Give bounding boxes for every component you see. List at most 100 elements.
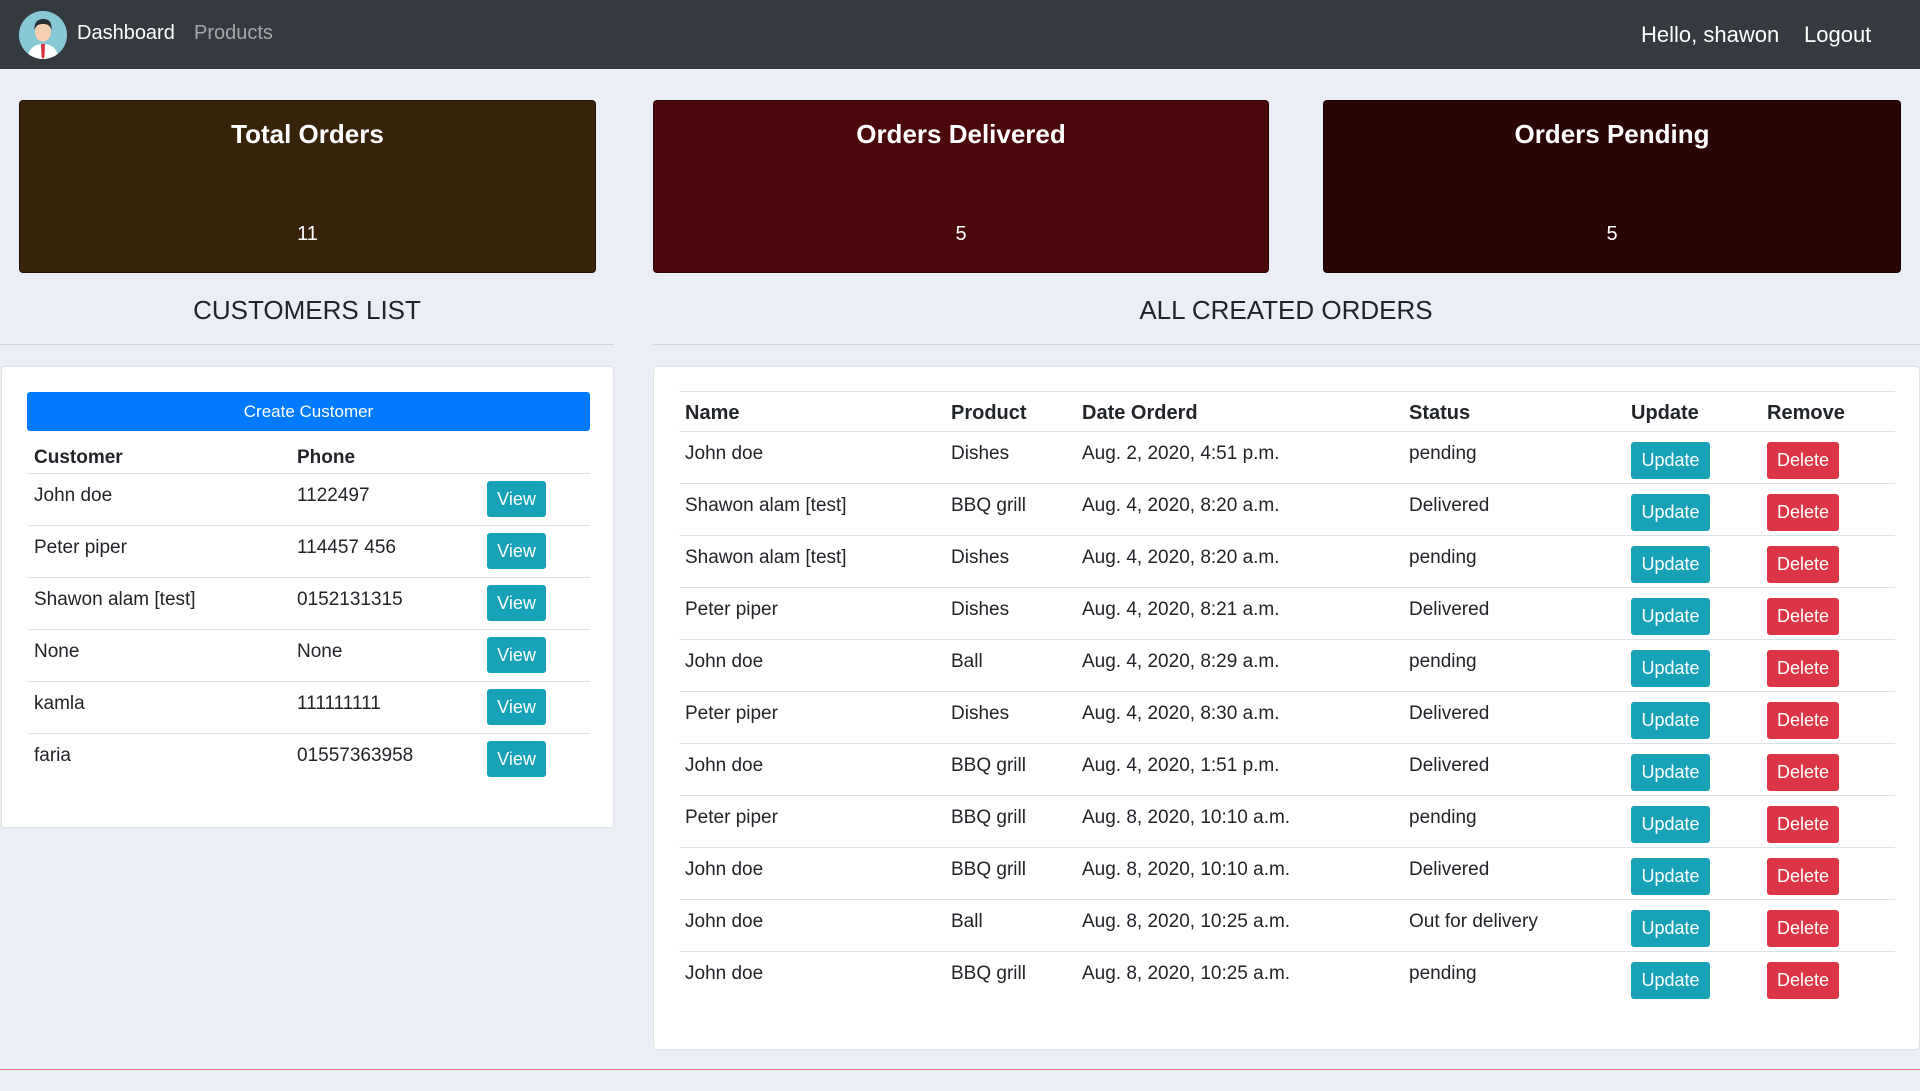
view-customer-button[interactable]: View: [487, 585, 546, 621]
customer-row: John doe 1122497 View: [27, 473, 590, 526]
customers-table: Customer Phone John doe 1122497 View Peter …: [27, 439, 590, 785]
customer-name: Peter piper: [27, 525, 290, 578]
delete-order-button[interactable]: Delete: [1767, 806, 1839, 843]
delete-order-button[interactable]: Delete: [1767, 702, 1839, 739]
order-remove-cell: Delete: [1761, 847, 1895, 900]
update-order-button[interactable]: Update: [1631, 650, 1710, 687]
customer-action-cell: View: [480, 577, 590, 630]
order-date: Aug. 8, 2020, 10:25 a.m.: [1082, 963, 1291, 984]
delete-order-button[interactable]: Delete: [1767, 858, 1839, 895]
total-orders-card: Total Orders 11: [19, 100, 596, 273]
nav-products-link[interactable]: Products: [194, 22, 273, 45]
orders-table-header: Name Product Date Orderd Status Update R…: [679, 391, 1895, 432]
order-status: pending: [1403, 535, 1625, 588]
total-orders-title: Total Orders: [231, 119, 384, 149]
update-order-button[interactable]: Update: [1631, 598, 1710, 635]
customer-row: kamla 111111111 View: [27, 681, 590, 734]
order-customer-name: Peter piper: [679, 587, 945, 640]
order-product: Dishes: [945, 691, 1076, 744]
order-date: Aug. 8, 2020, 10:10 a.m.: [1076, 795, 1403, 848]
order-update-cell: Update: [1625, 535, 1761, 588]
view-customer-button[interactable]: View: [487, 481, 546, 517]
order-status: pending: [1409, 963, 1477, 984]
order-row: Peter piper BBQ grill Aug. 8, 2020, 10:10 …: [679, 795, 1895, 848]
update-order-button[interactable]: Update: [1631, 546, 1710, 583]
col-product: Product: [945, 391, 1076, 432]
view-customer-button[interactable]: View: [487, 637, 546, 673]
nav-dashboard-link[interactable]: Dashboard: [77, 22, 175, 45]
update-order-button[interactable]: Update: [1631, 962, 1710, 1000]
customer-phone: 114457 456: [290, 525, 480, 578]
customer-name: Shawon alam [test]: [27, 577, 290, 630]
delete-order-button[interactable]: Delete: [1767, 650, 1839, 687]
delete-order-button[interactable]: Delete: [1767, 910, 1839, 947]
orders-delivered-title: Orders Delivered: [856, 119, 1066, 149]
order-product: BBQ grill: [945, 795, 1076, 848]
view-customer-button[interactable]: View: [487, 533, 546, 569]
col-update: Update: [1625, 391, 1761, 432]
order-update-cell: Update: [1625, 483, 1761, 536]
update-order-button[interactable]: Update: [1631, 858, 1710, 895]
orders-delivered-value: 5: [955, 223, 967, 245]
col-status: Status: [1403, 391, 1625, 432]
order-product: Dishes: [945, 535, 1076, 588]
order-remove-cell: Delete: [1761, 899, 1895, 952]
order-customer-name: Shawon alam [test]: [679, 483, 945, 536]
customer-phone: 0152131315: [290, 577, 480, 630]
order-status: Delivered: [1403, 847, 1625, 900]
logout-link[interactable]: Logout: [1804, 22, 1871, 48]
order-row: John doe BBQ grill Aug. 8, 2020, 10:25 a.m…: [679, 952, 1895, 1004]
order-status: pending: [1403, 795, 1625, 848]
update-order-button[interactable]: Update: [1631, 754, 1710, 791]
order-remove-cell: Delete: [1761, 431, 1895, 484]
order-remove-cell: Delete: [1761, 743, 1895, 796]
delete-order-button[interactable]: Delete: [1767, 546, 1839, 583]
customer-row: Shawon alam [test] 0152131315 View: [27, 577, 590, 630]
order-customer-name: John doe: [679, 639, 945, 692]
customer-action-cell: View: [480, 629, 590, 682]
order-product: Ball: [945, 899, 1076, 952]
order-customer-name: Shawon alam [test]: [679, 535, 945, 588]
col-customer: Customer: [27, 439, 290, 474]
order-update-cell: Update: [1625, 587, 1761, 640]
create-customer-button[interactable]: Create Customer: [27, 392, 590, 431]
delete-order-button[interactable]: Delete: [1767, 494, 1839, 531]
delete-order-button[interactable]: Delete: [1767, 442, 1839, 479]
order-customer-name: John doe: [679, 899, 945, 952]
update-order-button[interactable]: Update: [1631, 910, 1710, 947]
customer-row: Peter piper 114457 456 View: [27, 525, 590, 578]
view-customer-button[interactable]: View: [487, 741, 546, 778]
orders-panel: Name Product Date Orderd Status Update R…: [653, 366, 1920, 1050]
delete-order-button[interactable]: Delete: [1767, 754, 1839, 791]
orders-pending-value: 5: [1606, 223, 1618, 245]
order-update-cell: Update: [1625, 952, 1761, 1004]
order-status: pending: [1403, 431, 1625, 484]
order-row: Peter piper Dishes Aug. 4, 2020, 8:21 a.m.…: [679, 587, 1895, 640]
col-remove: Remove: [1761, 391, 1895, 432]
customer-phone: 01557363958: [297, 744, 414, 766]
col-action: [480, 439, 590, 474]
customer-phone: 1122497: [290, 473, 480, 526]
update-order-button[interactable]: Update: [1631, 494, 1710, 531]
update-order-button[interactable]: Update: [1631, 442, 1710, 479]
order-row: John doe Ball Aug. 8, 2020, 10:25 a.m. Out …: [679, 899, 1895, 952]
order-update-cell: Update: [1625, 743, 1761, 796]
orders-delivered-card: Orders Delivered 5: [653, 100, 1269, 273]
order-update-cell: Update: [1625, 795, 1761, 848]
delete-order-button[interactable]: Delete: [1767, 962, 1839, 1000]
customer-phone: 111111111: [290, 681, 480, 734]
delete-order-button[interactable]: Delete: [1767, 598, 1839, 635]
footer-divider: [0, 1069, 1920, 1070]
customer-name: John doe: [27, 473, 290, 526]
update-order-button[interactable]: Update: [1631, 702, 1710, 739]
order-product: BBQ grill: [951, 963, 1026, 984]
order-row: John doe BBQ grill Aug. 8, 2020, 10:10 a.m…: [679, 847, 1895, 900]
order-update-cell: Update: [1625, 639, 1761, 692]
customer-action-cell: View: [480, 525, 590, 578]
view-customer-button[interactable]: View: [487, 689, 546, 725]
order-row: John doe BBQ grill Aug. 4, 2020, 1:51 p.m.…: [679, 743, 1895, 796]
order-remove-cell: Delete: [1761, 535, 1895, 588]
update-order-button[interactable]: Update: [1631, 806, 1710, 843]
order-row: Shawon alam [test] BBQ grill Aug. 4, 2020,…: [679, 483, 1895, 536]
order-remove-cell: Delete: [1761, 795, 1895, 848]
